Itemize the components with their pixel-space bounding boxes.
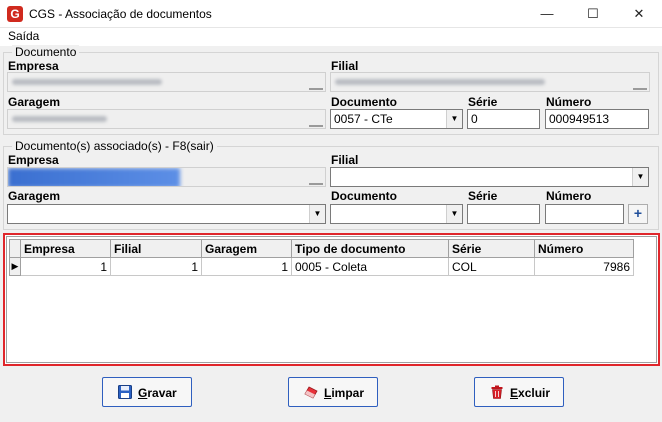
col-serie[interactable]: Série (448, 239, 535, 258)
associados-group-legend: Documento(s) associado(s) - F8(sair) (12, 139, 217, 153)
window-title: CGS - Associação de documentos (29, 7, 212, 21)
empresa-label: Empresa (8, 59, 59, 73)
cell-serie[interactable]: COL (448, 257, 535, 276)
assoc-serie-field[interactable] (467, 204, 540, 224)
assoc-garagem-select[interactable]: ▼ (7, 204, 326, 224)
gravar-label: Gravar (138, 386, 177, 400)
assoc-garagem-label: Garagem (8, 189, 61, 203)
assoc-documento-select[interactable]: ▼ (330, 204, 463, 224)
documento-select-value: 0057 - CTe (334, 112, 393, 126)
assoc-serie-label: Série (468, 189, 498, 203)
documento-group-legend: Documento (12, 45, 80, 59)
current-row-indicator-icon: ▶ (9, 257, 21, 276)
limpar-label: Limpar (324, 386, 365, 400)
col-filial[interactable]: Filial (110, 239, 202, 258)
close-button[interactable]: ✕ (616, 0, 662, 28)
table-row[interactable]: ▶ 1 1 1 0005 - Coleta COL 7986 (9, 257, 634, 276)
grid-body[interactable]: Empresa Filial Garagem Tipo de documento… (6, 236, 657, 363)
serie-field[interactable]: 0 (467, 109, 540, 129)
chevron-down-icon[interactable]: ▼ (309, 205, 325, 223)
cell-tipo-documento[interactable]: 0005 - Coleta (291, 257, 449, 276)
gravar-button[interactable]: Gravar (102, 377, 192, 407)
cell-empresa[interactable]: 1 (20, 257, 111, 276)
assoc-numero-label: Número (546, 189, 592, 203)
table-header-row: Empresa Filial Garagem Tipo de documento… (9, 239, 634, 258)
cell-filial[interactable]: 1 (110, 257, 202, 276)
garagem-label: Garagem (8, 95, 61, 109)
numero-field[interactable]: 000949513 (545, 109, 649, 129)
serie-field-value: 0 (471, 112, 478, 126)
filial-field (330, 72, 650, 92)
garagem-field (7, 109, 326, 129)
row-indicator-header (9, 239, 21, 258)
cell-garagem[interactable]: 1 (201, 257, 292, 276)
assoc-empresa-field[interactable] (7, 167, 326, 187)
minimize-button[interactable]: — (524, 0, 570, 28)
associated-documents-grid: Empresa Filial Garagem Tipo de documento… (3, 233, 660, 366)
app-logo-icon: G (7, 6, 23, 22)
excluir-button[interactable]: Excluir (474, 377, 564, 407)
numero-field-value: 000949513 (549, 112, 610, 126)
filial-label: Filial (331, 59, 359, 73)
chevron-down-icon[interactable]: ▼ (446, 110, 462, 128)
cell-numero[interactable]: 7986 (534, 257, 634, 276)
chevron-down-icon[interactable]: ▼ (446, 205, 462, 223)
col-tipo-documento[interactable]: Tipo de documento (291, 239, 449, 258)
assoc-empresa-label: Empresa (8, 153, 59, 167)
chevron-down-icon[interactable]: ▼ (632, 168, 648, 186)
col-empresa[interactable]: Empresa (20, 239, 111, 258)
save-icon (118, 385, 132, 399)
documento-select[interactable]: 0057 - CTe ▼ (330, 109, 463, 129)
add-button[interactable]: + (628, 204, 648, 224)
menu-item-saida[interactable]: Saída (8, 29, 39, 43)
limpar-button[interactable]: Limpar (288, 377, 378, 407)
empresa-field (7, 72, 326, 92)
trash-icon (491, 385, 503, 399)
eraser-icon (304, 386, 318, 399)
col-numero[interactable]: Número (534, 239, 634, 258)
assoc-filial-label: Filial (331, 153, 359, 167)
serie-label: Série (468, 95, 498, 109)
menu-bar: Saída (0, 28, 662, 46)
numero-label: Número (546, 95, 592, 109)
assoc-filial-select[interactable]: ▼ (330, 167, 649, 187)
title-bar: G CGS - Associação de documentos — ☐ ✕ (0, 0, 662, 28)
assoc-documento-label: Documento (331, 189, 397, 203)
documento-label: Documento (331, 95, 397, 109)
assoc-numero-field[interactable] (545, 204, 624, 224)
documents-table: Empresa Filial Garagem Tipo de documento… (9, 239, 634, 276)
maximize-button[interactable]: ☐ (570, 0, 616, 28)
col-garagem[interactable]: Garagem (201, 239, 292, 258)
excluir-label: Excluir (510, 386, 551, 400)
